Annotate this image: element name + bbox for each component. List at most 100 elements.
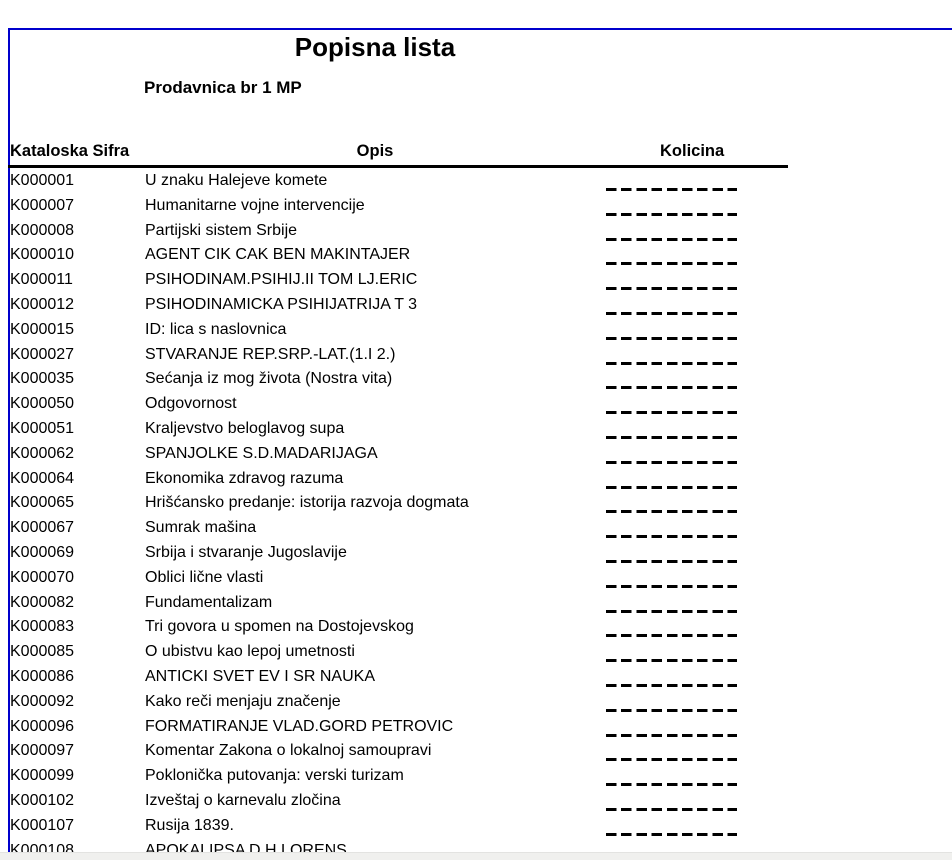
row-description: Sumrak mašina [145,516,256,541]
row-description: PSIHODINAM.PSIHIJ.II TOM LJ.ERIC [145,268,417,293]
row-catalog-code: K000086 [10,665,74,690]
table-row: K000070 Oblici lične vlasti [10,566,790,591]
table-row: K000086 ANTICKI SVET EV I SR NAUKA [10,665,790,690]
row-description: Srbija i stvaranje Jugoslavije [145,541,347,566]
quantity-blank-line [606,411,737,414]
report-page: Popisna lista Prodavnica br 1 MP Katalos… [8,28,952,860]
quantity-blank-line [606,188,737,191]
row-catalog-code: K000085 [10,640,74,665]
quantity-blank-line [606,783,737,786]
row-description: STVARANJE REP.SRP.-LAT.(1.I 2.) [145,343,395,368]
table-row: K000051 Kraljevstvo beloglavog supa [10,417,790,442]
table-row: K000001 U znaku Halejeve komete [10,169,790,194]
row-catalog-code: K000051 [10,417,74,442]
table-row: K000097 Komentar Zakona o lokalnoj samou… [10,739,790,764]
table-row: K000008 Partijski sistem Srbije [10,219,790,244]
row-description: ANTICKI SVET EV I SR NAUKA [145,665,375,690]
store-subtitle: Prodavnica br 1 MP [144,78,302,98]
page-title: Popisna lista [10,33,740,63]
row-catalog-code: K000083 [10,615,74,640]
row-description: SPANJOLKE S.D.MADARIJAGA [145,442,378,467]
table-row: K000085 O ubistvu kao lepoj umetnosti [10,640,790,665]
table-row: K000015 ID: lica s naslovnica [10,318,790,343]
horizontal-scrollbar[interactable] [0,852,952,860]
quantity-blank-line [606,585,737,588]
row-catalog-code: K000035 [10,367,74,392]
report-viewport: Popisna lista Prodavnica br 1 MP Katalos… [0,0,952,860]
quantity-blank-line [606,758,737,761]
table-row: K000102 Izveštaj o karnevalu zločina [10,789,790,814]
row-description: Komentar Zakona o lokalnoj samoupravi [145,739,431,764]
row-description: Izveštaj o karnevalu zločina [145,789,341,814]
row-catalog-code: K000062 [10,442,74,467]
table-row: K000012 PSIHODINAMICKA PSIHIJATRIJA T 3 [10,293,790,318]
row-catalog-code: K000001 [10,169,74,194]
row-catalog-code: K000099 [10,764,74,789]
table-row: K000064 Ekonomika zdravog razuma [10,467,790,492]
row-description: Ekonomika zdravog razuma [145,467,343,492]
quantity-blank-line [606,833,737,836]
row-description: Kako reči menjaju značenje [145,690,341,715]
row-catalog-code: K000070 [10,566,74,591]
quantity-blank-line [606,287,737,290]
table-row: K000082 Fundamentalizam [10,591,790,616]
row-catalog-code: K000096 [10,715,74,740]
row-description: Sećanja iz mog života (Nostra vita) [145,367,392,392]
row-description: Fundamentalizam [145,591,272,616]
row-catalog-code: K000008 [10,219,74,244]
row-catalog-code: K000050 [10,392,74,417]
quantity-blank-line [606,610,737,613]
quantity-blank-line [606,362,737,365]
row-description: Hrišćansko predanje: istorija razvoja do… [145,491,469,516]
quantity-blank-line [606,486,737,489]
table-row: K000092 Kako reči menjaju značenje [10,690,790,715]
row-catalog-code: K000069 [10,541,74,566]
column-header-quantity: Kolicina [660,142,724,161]
table-row: K000065 Hrišćansko predanje: istorija ra… [10,491,790,516]
table-row: K000027 STVARANJE REP.SRP.-LAT.(1.I 2.) [10,343,790,368]
header-divider-line [8,165,788,168]
row-description: FORMATIRANJE VLAD.GORD PETROVIC [145,715,453,740]
quantity-blank-line [606,659,737,662]
quantity-blank-line [606,634,737,637]
row-description: Tri govora u spomen na Dostojevskog [145,615,414,640]
row-catalog-code: K000082 [10,591,74,616]
row-description: O ubistvu kao lepoj umetnosti [145,640,355,665]
row-catalog-code: K000007 [10,194,74,219]
quantity-blank-line [606,560,737,563]
quantity-blank-line [606,808,737,811]
row-description: Partijski sistem Srbije [145,219,297,244]
row-description: Odgovornost [145,392,237,417]
table-row: K000007 Humanitarne vojne intervencije [10,194,790,219]
table-row: K000107 Rusija 1839. [10,814,790,839]
row-catalog-code: K000107 [10,814,74,839]
quantity-blank-line [606,535,737,538]
table-row: K000099 Poklonička putovanja: verski tur… [10,764,790,789]
table-row: K000062 SPANJOLKE S.D.MADARIJAGA [10,442,790,467]
table-row: K000010 AGENT CIK CAK BEN MAKINTAJER [10,243,790,268]
row-catalog-code: K000102 [10,789,74,814]
row-description: Oblici lične vlasti [145,566,263,591]
quantity-blank-line [606,436,737,439]
quantity-blank-line [606,312,737,315]
row-catalog-code: K000011 [10,268,73,293]
quantity-blank-line [606,684,737,687]
row-description: AGENT CIK CAK BEN MAKINTAJER [145,243,410,268]
row-catalog-code: K000065 [10,491,74,516]
row-description: Rusija 1839. [145,814,234,839]
table-row: K000035 Sećanja iz mog života (Nostra vi… [10,367,790,392]
table-row: K000011 PSIHODINAM.PSIHIJ.II TOM LJ.ERIC [10,268,790,293]
row-catalog-code: K000012 [10,293,74,318]
row-catalog-code: K000010 [10,243,74,268]
table-row: K000067 Sumrak mašina [10,516,790,541]
row-catalog-code: K000027 [10,343,74,368]
row-catalog-code: K000097 [10,739,74,764]
quantity-blank-line [606,386,737,389]
table-row: K000083 Tri govora u spomen na Dostojevs… [10,615,790,640]
quantity-blank-line [606,337,737,340]
row-description: U znaku Halejeve komete [145,169,327,194]
row-description: Humanitarne vojne intervencije [145,194,365,219]
row-catalog-code: K000092 [10,690,74,715]
quantity-blank-line [606,510,737,513]
quantity-blank-line [606,709,737,712]
